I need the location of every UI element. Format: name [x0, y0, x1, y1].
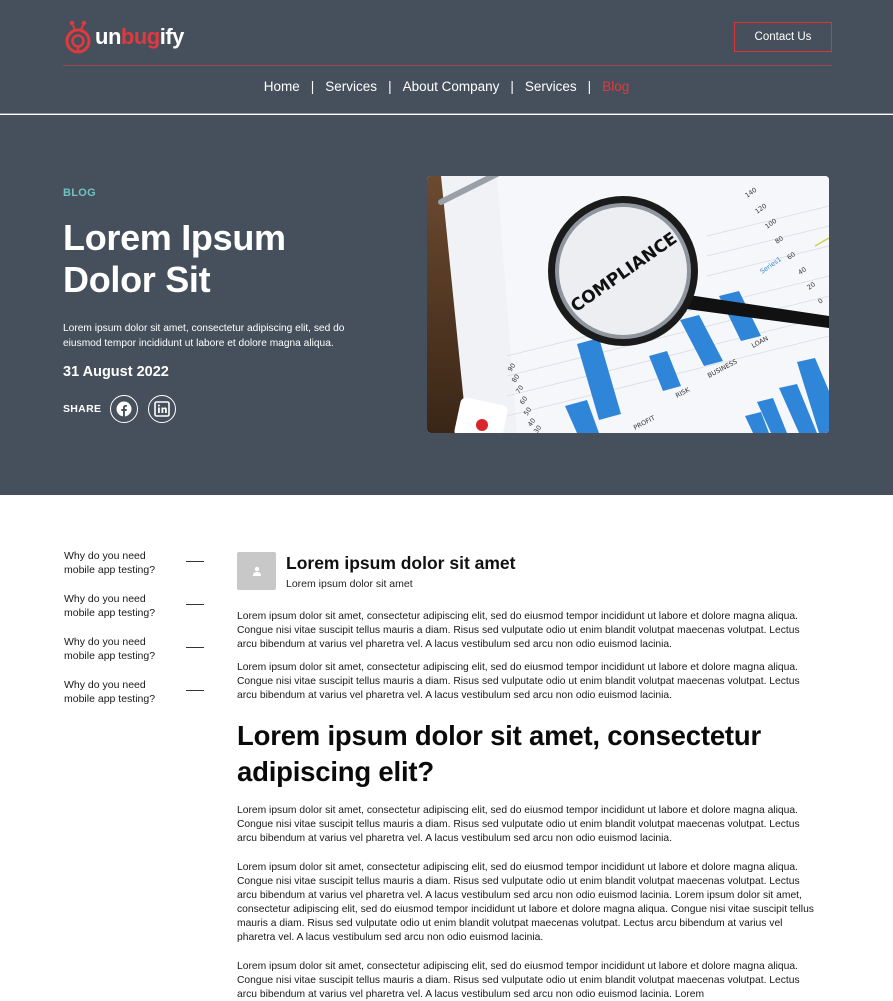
toc-item-label: Why do you need mobile app testing?: [64, 550, 156, 576]
post-date: 31 August 2022: [63, 364, 169, 380]
user-icon: [252, 566, 261, 576]
brand-logo[interactable]: unbugify: [63, 18, 184, 56]
main-nav: Home | Services | About Company | Servic…: [0, 79, 893, 94]
toc-item-label: Why do you need mobile app testing?: [64, 679, 156, 705]
toc-item-label: Why do you need mobile app testing?: [64, 636, 156, 662]
brand-wordmark: unbugify: [95, 24, 184, 50]
article-paragraph: Lorem ipsum dolor sit amet, consectetur …: [237, 611, 800, 650]
hero-title: Lorem Ipsum Dolor Sit: [63, 217, 286, 300]
toc-dash: [186, 647, 204, 648]
share-bar: SHARE: [63, 395, 186, 423]
toc-dash: [186, 690, 204, 691]
hero-image: 140 120 100 80 60 40 20 0 90 80 70 60 50…: [427, 176, 829, 433]
author-meta: Lorem ipsum dolor sit amet Lorem ipsum d…: [286, 552, 515, 590]
toc-dash: [186, 604, 204, 605]
hero-description: Lorem ipsum dolor sit amet, consectetur …: [63, 323, 345, 349]
bug-logo-icon: [63, 19, 93, 55]
article-heading: Lorem ipsum dolor sit amet, consectetur …: [237, 720, 761, 787]
toc-item-label: Why do you need mobile app testing?: [64, 593, 156, 619]
share-label: SHARE: [63, 403, 102, 415]
toc-item[interactable]: Why do you need mobile app testing?: [64, 678, 204, 721]
nav-separator: |: [510, 79, 514, 94]
site-header: unbugify Contact Us Home | Services | Ab…: [0, 0, 893, 114]
avatar: [237, 552, 276, 590]
toc-item[interactable]: Why do you need mobile app testing?: [64, 592, 204, 635]
nav-item-home[interactable]: Home: [264, 79, 300, 94]
contact-us-button[interactable]: Contact Us: [734, 22, 832, 52]
nav-separator: |: [310, 79, 315, 94]
hero-section: BLOG Lorem Ipsum Dolor Sit Lorem ipsum d…: [0, 115, 893, 495]
article-paragraph: Lorem ipsum dolor sit amet, consectetur …: [237, 961, 800, 1000]
author-block: Lorem ipsum dolor sit amet Lorem ipsum d…: [237, 552, 515, 590]
facebook-icon: [116, 401, 132, 417]
toc-item[interactable]: Why do you need mobile app testing?: [64, 635, 204, 678]
author-title: Lorem ipsum dolor sit amet: [286, 553, 516, 573]
nav-separator: |: [388, 79, 392, 94]
nav-item-services-2[interactable]: Services: [525, 79, 577, 94]
nav-separator: |: [587, 79, 592, 94]
article-paragraph: Lorem ipsum dolor sit amet, consectetur …: [237, 662, 800, 701]
nav-item-services[interactable]: Services: [325, 79, 377, 94]
table-of-contents: Why do you need mobile app testing? Why …: [64, 549, 204, 721]
nav-item-about-company[interactable]: About Company: [403, 79, 500, 94]
hero-kicker: BLOG: [63, 187, 96, 199]
linkedin-share-button[interactable]: [148, 395, 177, 423]
brand-wordmark-part: un: [95, 24, 121, 49]
author-subtitle: Lorem ipsum dolor sit amet: [286, 578, 413, 590]
header-divider: [63, 65, 832, 66]
article-paragraph: Lorem ipsum dolor sit amet, consectetur …: [237, 805, 800, 844]
nav-item-blog[interactable]: Blog: [602, 79, 629, 94]
toc-item[interactable]: Why do you need mobile app testing?: [64, 549, 204, 592]
toc-dash: [186, 561, 204, 562]
linkedin-icon: [154, 401, 171, 417]
brand-wordmark-part: ify: [159, 24, 185, 49]
brand-wordmark-accent: bug: [120, 24, 160, 49]
article-paragraph: Lorem ipsum dolor sit amet, consectetur …: [237, 862, 814, 943]
facebook-share-button[interactable]: [110, 395, 139, 423]
